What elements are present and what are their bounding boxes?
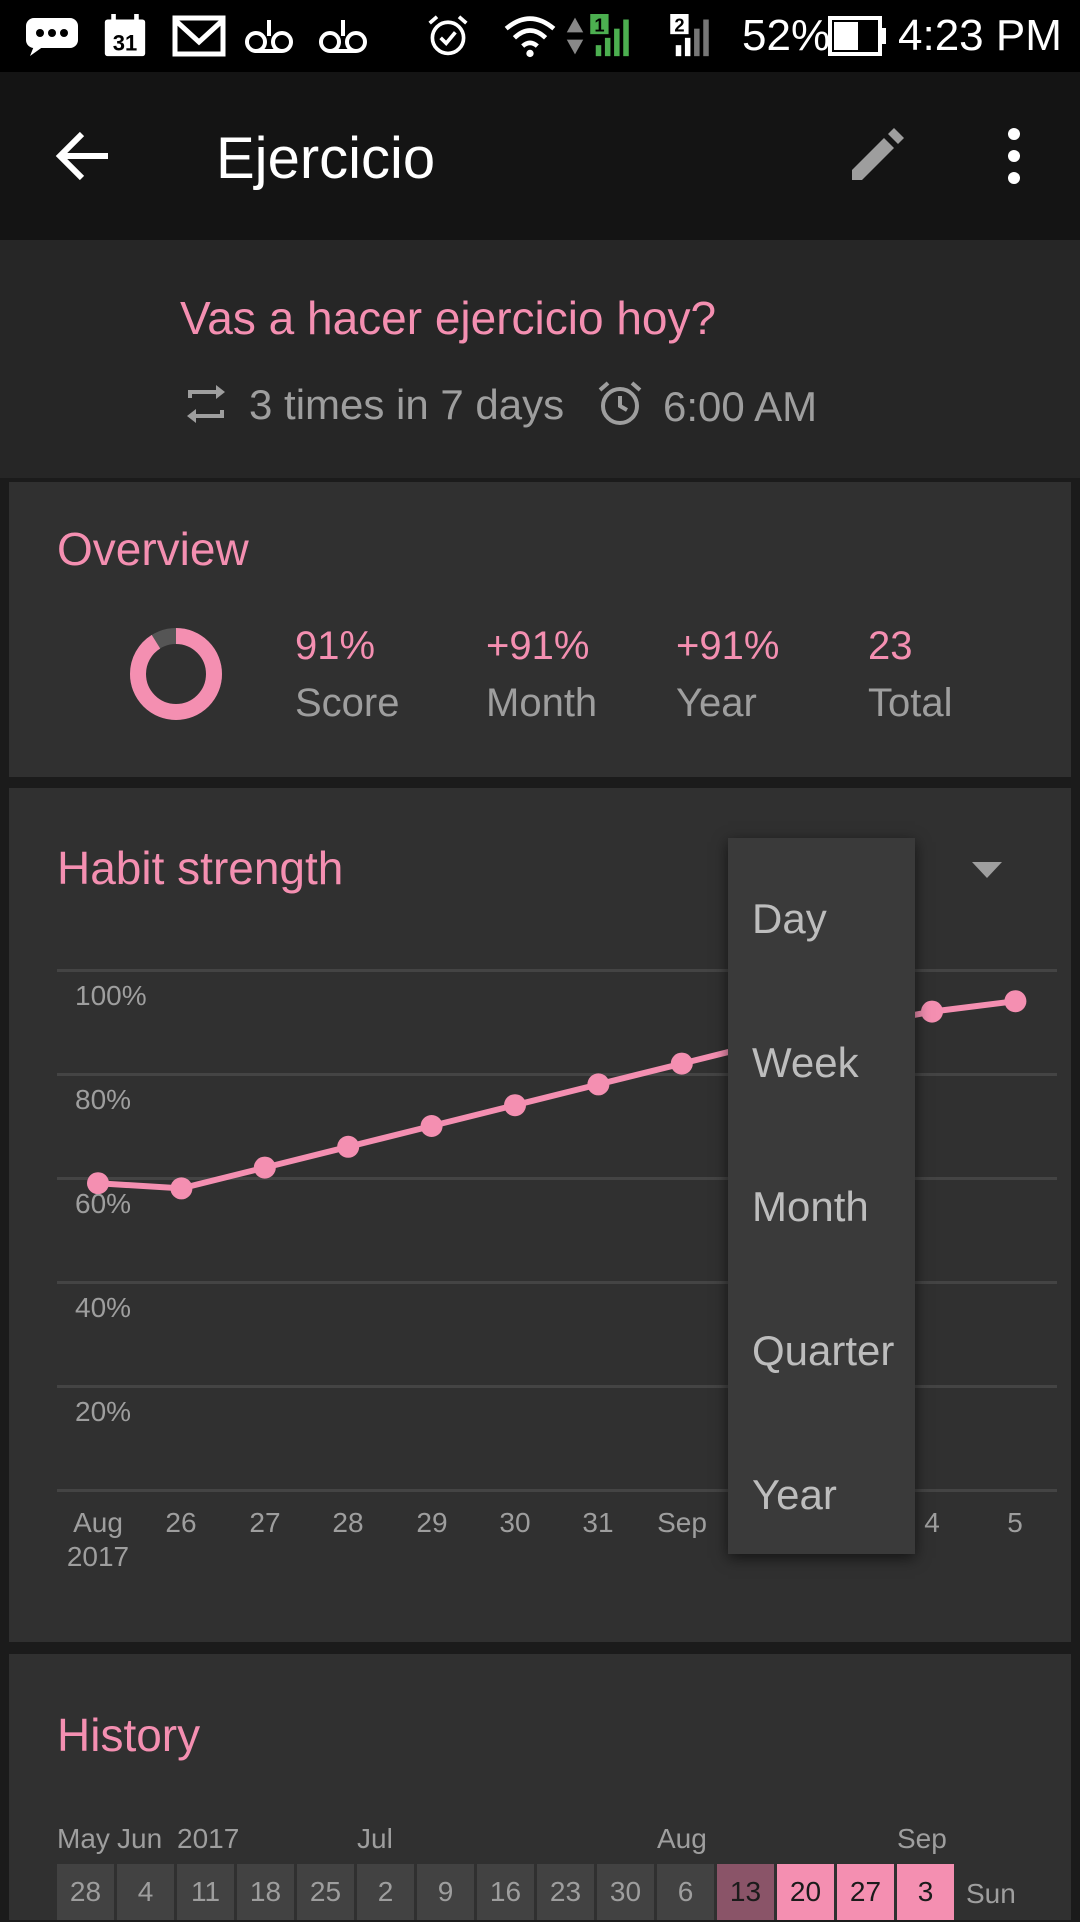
x-tick-label: 29 bbox=[416, 1507, 448, 1538]
dropdown-option-year[interactable]: Year bbox=[752, 1470, 837, 1520]
y-tick-label: 40% bbox=[75, 1292, 132, 1323]
history-month-label: Jul bbox=[357, 1823, 393, 1854]
stat-score-label: Score bbox=[295, 681, 400, 725]
repeat-icon bbox=[187, 385, 225, 423]
overview-title: Overview bbox=[57, 523, 249, 575]
alarm-clock-icon bbox=[598, 381, 642, 425]
stat-year-label: Year bbox=[676, 681, 757, 725]
history-month-label: Sep bbox=[897, 1823, 947, 1854]
voicemail-icon bbox=[245, 20, 293, 53]
history-day-cell[interactable]: 2 bbox=[357, 1864, 414, 1920]
calendar-day-text: 31 bbox=[113, 31, 137, 56]
history-day-cell[interactable]: 4 bbox=[117, 1864, 174, 1920]
history-month-label: May bbox=[57, 1823, 110, 1854]
history-day-cell[interactable]: 13 bbox=[717, 1864, 774, 1920]
x-tick-label: 31 bbox=[582, 1507, 614, 1538]
x-tick-label: 28 bbox=[332, 1507, 364, 1538]
sim2-label: 2 bbox=[674, 14, 684, 35]
history-day-cell[interactable]: 3 bbox=[897, 1864, 954, 1920]
history-day-cell[interactable]: 20 bbox=[777, 1864, 834, 1920]
chevron-down-icon[interactable] bbox=[970, 860, 1004, 880]
habit-frequency: 3 times in 7 days bbox=[249, 381, 565, 428]
history-day-cell[interactable]: 16 bbox=[477, 1864, 534, 1920]
history-day-cell[interactable]: 27 bbox=[837, 1864, 894, 1920]
x-tick-label: 30 bbox=[499, 1507, 531, 1538]
history-day-cell[interactable]: 25 bbox=[297, 1864, 354, 1920]
status-bar: 31 1 2 52% 4:23 PM bbox=[0, 0, 1080, 72]
y-tick-label: 20% bbox=[75, 1396, 132, 1427]
history-day-cell[interactable]: 18 bbox=[237, 1864, 294, 1920]
history-title: History bbox=[57, 1709, 201, 1761]
more-vert-icon[interactable] bbox=[998, 126, 1030, 186]
history-day-cell[interactable]: 6 bbox=[657, 1864, 714, 1920]
app-bar bbox=[0, 72, 1080, 240]
stat-score-value: 91% bbox=[295, 624, 376, 668]
dropdown-option-month[interactable]: Month bbox=[752, 1182, 869, 1232]
x-tick-label: Aug bbox=[73, 1507, 123, 1538]
page-title: Ejercicio bbox=[216, 126, 436, 191]
habit-strength-title: Habit strength bbox=[57, 842, 344, 894]
score-ring-arc bbox=[130, 628, 222, 720]
calendar-icon: 31 bbox=[104, 14, 146, 57]
period-dropdown-menu: Day Week Month Quarter Year bbox=[728, 838, 915, 1554]
pencil-icon[interactable] bbox=[846, 126, 906, 186]
stat-total-label: Total bbox=[868, 681, 953, 725]
gmail-icon bbox=[172, 15, 226, 57]
history-day-cell[interactable]: 23 bbox=[537, 1864, 594, 1920]
wifi-icon bbox=[504, 16, 556, 58]
habit-reminder-time: 6:00 AM bbox=[663, 383, 818, 430]
x-tick-label: 26 bbox=[165, 1507, 197, 1538]
stat-month-value: +91% bbox=[486, 624, 590, 668]
sim1-label: 1 bbox=[594, 14, 604, 35]
dropdown-option-day[interactable]: Day bbox=[752, 894, 827, 944]
dropdown-option-quarter[interactable]: Quarter bbox=[752, 1326, 894, 1376]
data-activity-icon bbox=[566, 17, 584, 55]
history-day-cell[interactable]: 28 bbox=[57, 1864, 114, 1920]
battery-icon bbox=[828, 16, 886, 56]
score-ring bbox=[130, 628, 222, 720]
weekday-label: Sun bbox=[966, 1878, 1016, 1909]
history-month-label: 2017 bbox=[177, 1823, 240, 1854]
y-tick-label: 60% bbox=[75, 1188, 132, 1219]
arrow-left-icon[interactable] bbox=[54, 126, 114, 186]
history-day-cell[interactable]: 9 bbox=[417, 1864, 474, 1920]
x-tick-label: Sep bbox=[657, 1507, 707, 1538]
history-month-label: Aug bbox=[657, 1823, 707, 1854]
habit-question: Vas a hacer ejercicio hoy? bbox=[180, 292, 717, 344]
stat-year-value: +91% bbox=[676, 624, 780, 668]
habit-header bbox=[0, 240, 1080, 478]
message-icon bbox=[26, 18, 78, 56]
y-tick-label: 100% bbox=[75, 980, 147, 1011]
battery-percent: 52% bbox=[742, 11, 831, 60]
alarm-icon bbox=[428, 15, 468, 56]
history-day-cell[interactable]: 11 bbox=[177, 1864, 234, 1920]
x-tick-label: 5 bbox=[1007, 1507, 1023, 1538]
history-day-cell[interactable]: 30 bbox=[597, 1864, 654, 1920]
stat-month-label: Month bbox=[486, 681, 598, 725]
signal-sim1-icon: 1 bbox=[590, 14, 629, 57]
clock: 4:23 PM bbox=[898, 11, 1062, 60]
stat-total-value: 23 bbox=[868, 624, 913, 668]
x-tick-sublabel: 2017 bbox=[66, 1541, 130, 1572]
history-month-label: Jun bbox=[117, 1823, 163, 1854]
signal-sim2-icon: 2 bbox=[670, 14, 709, 57]
dropdown-option-week[interactable]: Week bbox=[752, 1038, 859, 1088]
x-tick-label: 27 bbox=[249, 1507, 281, 1538]
y-tick-label: 80% bbox=[75, 1084, 132, 1115]
voicemail-icon bbox=[319, 20, 367, 53]
